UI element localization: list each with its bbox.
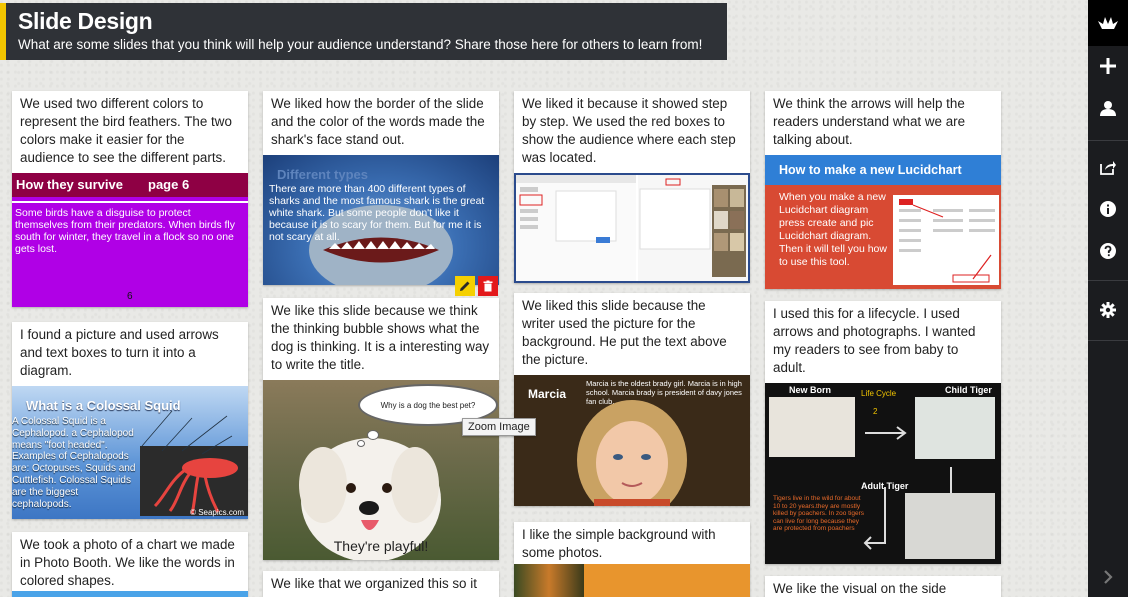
slide-caption: They're playful!: [333, 538, 429, 554]
post-text: We used two different colors to represen…: [20, 96, 232, 165]
post-card[interactable]: We liked this slide because the writer u…: [514, 293, 750, 506]
post-image[interactable]: What is a Colossal Squid A Colossal Squi…: [12, 386, 248, 519]
bubble-dot: [357, 440, 365, 447]
chevron-right-icon: [1104, 570, 1113, 584]
settings-button[interactable]: [1088, 290, 1128, 330]
share-button[interactable]: [1088, 147, 1128, 187]
diagram-arrows: [141, 410, 233, 455]
sidebar-divider: [1088, 280, 1128, 281]
slide-name: Marcia: [528, 387, 567, 401]
slide-body: Some birds have a disguise to protect th…: [15, 207, 235, 255]
slide-body: A Colossal Squid is a Cephalopod. a Ceph…: [12, 416, 136, 510]
post-text: We liked this slide because the writer u…: [522, 298, 727, 367]
slide-body: There are more than 400 different types …: [269, 183, 485, 243]
image-credit: © Seapics.com: [190, 508, 244, 517]
menu-screenshot-illustration: [893, 195, 999, 285]
divider: [12, 201, 248, 203]
slide-number: 6: [127, 291, 133, 302]
post-card[interactable]: I like the simple background with some p…: [514, 522, 750, 597]
post-text: I found a picture and used arrows and te…: [20, 327, 219, 378]
post-image[interactable]: Why is a dog the best pet? They're playf…: [263, 380, 499, 560]
pencil-icon: [460, 281, 470, 291]
expand-sidebar-button[interactable]: [1088, 557, 1128, 597]
sidebar-divider: [1088, 140, 1128, 141]
post-card[interactable]: We took a photo of a chart we made in Ph…: [12, 532, 248, 597]
post-text: We think the arrows will help the reader…: [773, 96, 966, 147]
tiger-lifecycle-illustration: [769, 397, 995, 559]
post-text: We like that we organized this so it: [271, 576, 477, 591]
tiger-photo: [514, 564, 584, 597]
board-header: Slide Design What are some slides that y…: [0, 3, 727, 60]
edit-button[interactable]: [455, 276, 475, 296]
bubble-dot: [367, 430, 379, 440]
logo-bird-icon: [1098, 17, 1118, 29]
zoom-image-tooltip: Zoom Image: [462, 418, 536, 436]
post-image[interactable]: How to make a new Lucidchart When you ma…: [765, 155, 1001, 289]
post-text: We took a photo of a chart we made in Ph…: [20, 537, 235, 588]
post-text: We liked it because it showed step by st…: [522, 96, 736, 165]
label-adult: Adult Tiger: [861, 481, 909, 491]
profile-button[interactable]: [1088, 88, 1128, 128]
label-newborn: New Born: [789, 385, 832, 395]
trash-icon: [483, 280, 493, 292]
page-subtitle: What are some slides that you think will…: [18, 37, 703, 52]
slide-body: Marcia is the oldest brady girl. Marcia …: [586, 379, 742, 406]
post-text: We liked how the border of the slide and…: [271, 96, 485, 147]
slide-heading: How they survive: [16, 177, 123, 192]
label-number: 2: [873, 407, 878, 416]
post-text: We like the visual on the side: [773, 581, 947, 596]
slide-heading: How to make a new Lucidchart: [765, 155, 1001, 185]
post-image[interactable]: [514, 564, 750, 597]
post-image[interactable]: How they survive page 6 Some birds have …: [12, 173, 248, 307]
post-text: I like the simple background with some p…: [522, 527, 716, 560]
info-icon: [1100, 201, 1116, 217]
post-image[interactable]: [514, 173, 750, 283]
slide-heading: Different types: [277, 167, 369, 182]
share-icon: [1100, 161, 1116, 175]
slide-body: When you make a new Lucidchart diagram p…: [779, 191, 887, 268]
delete-button[interactable]: [478, 276, 498, 296]
post-card[interactable]: I used this for a lifecycle. I used arro…: [765, 301, 1001, 564]
label-child: Child Tiger: [945, 385, 992, 395]
slide-heading-bar: How they survive page 6: [12, 173, 248, 197]
post-card[interactable]: I found a picture and used arrows and te…: [12, 322, 248, 519]
slide-body: Tigers live in the wild for about 10 to …: [773, 495, 865, 532]
post-image[interactable]: New Born Life Cycle Child Tiger 2 Adult …: [765, 383, 1001, 564]
plus-icon: [1100, 58, 1116, 74]
post-card[interactable]: We liked how the border of the slide and…: [263, 91, 499, 285]
post-card[interactable]: We like that we organized this so it: [263, 571, 499, 597]
sidebar-divider: [1088, 340, 1128, 341]
post-text: We like this slide because we think the …: [271, 303, 490, 372]
squid-illustration: [140, 446, 248, 516]
slide-page: page 6: [148, 177, 190, 192]
page-title: Slide Design: [18, 8, 153, 34]
post-image[interactable]: Marcia Marcia is the oldest brady girl. …: [514, 375, 750, 506]
padlet-logo-button[interactable]: [1088, 0, 1128, 46]
post-image[interactable]: Different types There are more than 400 …: [263, 155, 499, 285]
user-icon: [1100, 101, 1116, 116]
screenshot-steps-illustration: [516, 175, 748, 281]
info-button[interactable]: [1088, 189, 1128, 229]
post-card[interactable]: We used two different colors to represen…: [12, 91, 248, 307]
gear-icon: [1100, 302, 1116, 318]
help-icon: [1100, 243, 1116, 259]
right-sidebar: [1088, 0, 1128, 597]
bubble-text: Why is a dog the best pet?: [380, 400, 476, 410]
post-image[interactable]: [12, 591, 248, 597]
help-button[interactable]: [1088, 231, 1128, 271]
post-card[interactable]: We like the visual on the side: [765, 576, 1001, 597]
post-card[interactable]: We think the arrows will help the reader…: [765, 91, 1001, 289]
post-card[interactable]: We liked it because it showed step by st…: [514, 91, 750, 283]
post-text: I used this for a lifecycle. I used arro…: [773, 306, 976, 375]
label-lifecycle: Life Cycle: [861, 389, 897, 398]
add-post-button[interactable]: [1088, 46, 1128, 86]
